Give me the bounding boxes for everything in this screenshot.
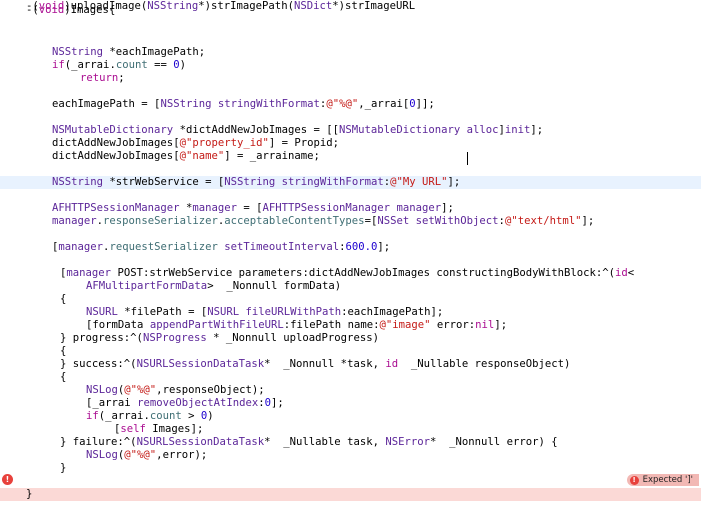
code-text: AFHTTPSessionManager *manager = [AFHTTPS… [52,202,454,214]
code-line[interactable]: } failure:^(NSURLSessionDataTask* _Nulla… [0,436,701,449]
code-text: NSLog(@"%@",responseObject); [86,384,265,396]
code-line[interactable] [0,475,701,488]
code-line[interactable]: { [0,371,701,384]
code-line[interactable]: NSLog(@"%@",responseObject); [0,384,701,397]
code-line[interactable] [0,85,701,98]
code-line[interactable]: NSURL *filePath = [NSURL fileURLWithPath… [0,306,701,319]
code-line[interactable] [0,33,701,46]
code-line[interactable]: AFMultipartFormData> _Nonnull formData) [0,280,701,293]
code-editor[interactable]: -(void)Images{NSString *eachImagePath; if… [0,0,701,503]
code-line[interactable]: } [0,462,701,475]
code-text: [_arrai removeObjectAtIndex:0]; [86,397,284,409]
code-line[interactable]: } success:^(NSURLSessionDataTask* _Nonnu… [0,358,701,371]
code-text: [self Images]; [114,423,204,435]
code-text: } progress:^(NSProgress * _Nonnull uploa… [60,332,379,344]
code-text: if(_arrai.count == 0) [52,59,187,71]
code-line[interactable]: dictAddNewJobImages[@"property_id"] = Pr… [0,137,701,150]
code-text: } [26,488,33,500]
code-text: return; [80,72,125,84]
code-text: NSLog(@"%@",error); [86,449,208,461]
code-line[interactable]: dictAddNewJobImages[@"name"] = _arrainam… [0,150,701,163]
code-line[interactable] [0,254,701,267]
code-text: if(_arrai.count > 0) [86,410,214,422]
code-line[interactable]: NSLog(@"%@",error); [0,449,701,462]
code-text: { [60,345,67,357]
error-icon[interactable]: ! [2,474,13,485]
error-badge[interactable]: ! Expected ']' [626,474,699,486]
code-text: } failure:^(NSURLSessionDataTask* _Nulla… [60,436,558,448]
code-text: AFMultipartFormData> _Nonnull formData) [86,280,342,292]
code-line[interactable]: } progress:^(NSProgress * _Nonnull uploa… [0,332,701,345]
code-line[interactable]: NSMutableDictionary *dictAddNewJobImages… [0,124,701,137]
code-text: [manager POST:strWebService parameters:d… [60,267,635,279]
code-text: NSString *eachImagePath; [52,46,206,58]
code-line[interactable]: manager.responseSerializer.acceptableCon… [0,215,701,228]
code-text: dictAddNewJobImages[@"name"] = _arrainam… [52,150,320,162]
code-text: NSURL *filePath = [NSURL fileURLWithPath… [86,306,444,318]
code-text: { [60,371,67,383]
error-icon: ! [629,475,639,485]
code-line[interactable]: eachImagePath = [NSString stringWithForm… [0,98,701,111]
code-text: [formData appendPartWithFileURL:filePath… [86,319,508,331]
code-line[interactable]: [self Images]; [0,423,701,436]
error-message: Expected ']' [642,475,693,485]
code-text: } [60,462,67,474]
code-line[interactable]: [manager.requestSerializer setTimeoutInt… [0,241,701,254]
code-line[interactable]: [manager POST:strWebService parameters:d… [0,267,701,280]
code-text: manager.responseSerializer.acceptableCon… [52,215,595,227]
code-text: -(void)uploadImage(NSString*)strImagePat… [26,0,416,12]
code-line[interactable]: [_arrai removeObjectAtIndex:0]; [0,397,701,410]
code-line[interactable]: if(_arrai.count > 0) [0,410,701,423]
code-line[interactable] [0,111,701,124]
code-line[interactable]: AFHTTPSessionManager *manager = [AFHTTPS… [0,202,701,215]
code-text: NSString *strWebService = [NSString stri… [52,176,461,188]
code-line[interactable]: [formData appendPartWithFileURL:filePath… [0,319,701,332]
code-text: { [60,293,67,305]
code-line[interactable]: return; [0,72,701,85]
text-cursor [467,152,468,165]
code-text: eachImagePath = [NSString stringWithForm… [52,98,435,110]
code-line[interactable]: -(void)uploadImage(NSString*)strImagePat… [0,0,701,13]
code-line[interactable]: NSString *strWebService = [NSString stri… [0,176,701,189]
code-text: [manager.requestSerializer setTimeoutInt… [52,241,391,253]
code-line[interactable] [0,163,701,176]
code-text: } success:^(NSURLSessionDataTask* _Nonnu… [60,358,571,370]
code-line[interactable]: { [0,345,701,358]
code-line[interactable] [0,228,701,241]
code-line[interactable]: { [0,293,701,306]
error-line[interactable]: } [0,488,701,501]
code-text: dictAddNewJobImages[@"property_id"] = Pr… [52,137,340,149]
code-line[interactable]: if(_arrai.count == 0) [0,59,701,72]
code-line[interactable]: NSString *eachImagePath; [0,46,701,59]
code-text: NSMutableDictionary *dictAddNewJobImages… [52,124,544,136]
code-line[interactable] [0,189,701,202]
